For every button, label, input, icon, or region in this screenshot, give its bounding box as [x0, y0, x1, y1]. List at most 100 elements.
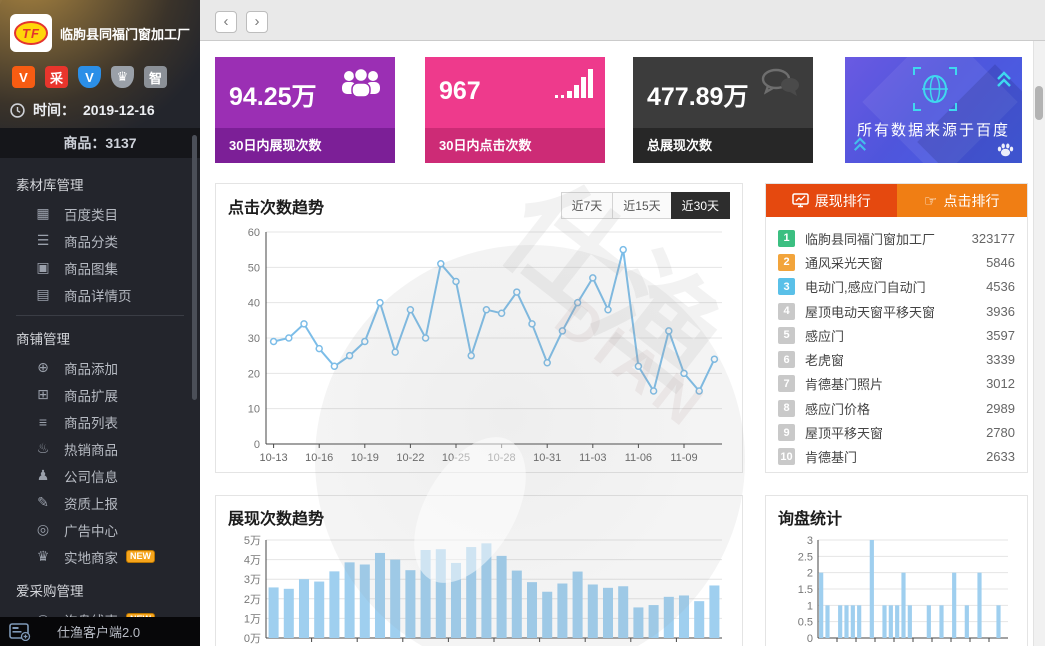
menu-section-title: 素材库管理 — [0, 164, 200, 200]
rank-value: 3936 — [986, 304, 1015, 319]
svg-text:60: 60 — [248, 227, 260, 239]
date-value: 2019-12-16 — [83, 102, 155, 118]
sidebar-header: TF 临朐县同福门窗加工厂 — [0, 0, 200, 56]
rank-badge: 8 — [778, 400, 795, 417]
sidebar-item-label: 商品列表 — [64, 412, 118, 432]
rank-badge: 2 — [778, 254, 795, 271]
range-button-近15天[interactable]: 近15天 — [612, 192, 671, 219]
svg-text:4万: 4万 — [244, 555, 261, 567]
ranking-row: 1临朐县同福门窗加工厂323177 — [778, 226, 1015, 250]
sidebar-item-ad-center[interactable]: ◎广告中心 — [0, 516, 200, 543]
sidebar-item-label: 实地商家 — [64, 547, 118, 567]
main-content: ‹ › 仕渔 DIAN 94.25万 — [200, 0, 1045, 646]
svg-text:40: 40 — [248, 298, 260, 310]
stat-card-clicks-30d: 967 30日内点击次数 — [425, 57, 605, 163]
svg-text:10-31: 10-31 — [533, 452, 561, 464]
top-toolbar: ‹ › — [200, 0, 1045, 41]
sidebar-item-product-list[interactable]: ≡商品列表 — [0, 408, 200, 435]
sidebar-item-product-category[interactable]: ☰商品分类 — [0, 227, 200, 254]
cert-cai-red-icon: 采 — [45, 66, 68, 88]
sidebar-item-product-add[interactable]: ⊕商品添加 — [0, 354, 200, 381]
date-row: 时间： 2019-12-16 — [0, 90, 200, 128]
banner-text: 所有数据来源于百度 — [845, 119, 1022, 140]
svg-text:2万: 2万 — [244, 594, 261, 606]
panel-title: 展现次数趋势 — [228, 505, 324, 529]
rank-keyword: 屋顶电动天窗平移天窗 — [805, 302, 935, 321]
impression-trend-chart: 0万1万2万3万4万5万 — [226, 532, 732, 646]
sidebar-item-hot-products[interactable]: ♨热销商品 — [0, 435, 200, 462]
time-label: 时间： — [33, 100, 75, 120]
rank-keyword: 老虎窗 — [805, 350, 844, 369]
main-scrollbar-track[interactable] — [1033, 41, 1045, 646]
baidu-data-source-banner: 所有数据来源于百度 — [845, 57, 1022, 163]
sidebar-item-qualification-upload[interactable]: ✎ 资质上报 — [0, 489, 200, 516]
ranking-row: 6 老虎窗 3339 — [778, 347, 1015, 371]
stat-value: 967 — [439, 77, 481, 106]
sidebar-item-label: 热销商品 — [64, 439, 118, 459]
sidebar-item-label: 百度类目 — [64, 204, 118, 224]
forward-button[interactable]: › — [246, 11, 268, 33]
sidebar-item-product-detail-page[interactable]: ▤商品详情页 — [0, 281, 200, 308]
rank-badge: 5 — [778, 327, 795, 344]
sidebar-item-label: 公司信息 — [64, 466, 118, 486]
stat-label: 30日内展现次数 — [215, 128, 395, 163]
monitor-chart-icon — [792, 193, 809, 208]
main-scrollbar-thumb[interactable] — [1035, 86, 1043, 120]
users-icon — [339, 67, 383, 106]
panel-title: 点击次数趋势 — [228, 194, 324, 218]
sidebar-item-baidu-category[interactable]: ▦百度类目 — [0, 200, 200, 227]
svg-text:50: 50 — [248, 262, 260, 274]
range-button-近7天[interactable]: 近7天 — [561, 192, 614, 219]
layers-icon: ☰ — [34, 232, 52, 249]
certification-badges: V采V♛智 — [0, 56, 200, 90]
rank-badge: 9 — [778, 424, 795, 441]
click-trend-chart: 010203040506010-1310-1610-1910-2210-2510… — [226, 226, 732, 470]
sidebar-item-product-extend[interactable]: ⊞商品扩展 — [0, 381, 200, 408]
image-icon: ▣ — [34, 259, 52, 276]
tf-logo-icon: TF — [14, 21, 48, 45]
client-bar[interactable]: 仕渔客户端2.0 — [0, 617, 200, 646]
ranking-row: 3电动门,感应门自动门4536 — [778, 275, 1015, 299]
baidu-paw-icon — [997, 143, 1014, 157]
svg-text:30: 30 — [248, 333, 260, 345]
rank-value: 3012 — [986, 376, 1015, 391]
sidebar-item-local-merchant[interactable]: ♛实地商家NEW — [0, 543, 200, 570]
crown-icon: ♛ — [34, 548, 52, 565]
tab-click-ranking[interactable]: ☞ 点击排行 — [897, 184, 1028, 217]
svg-text:10-19: 10-19 — [351, 452, 379, 464]
rank-badge: 6 — [778, 351, 795, 368]
cert-v-shield-blue-icon: V — [78, 66, 101, 88]
rank-badge: 3 — [778, 278, 795, 295]
rank-badge: 4 — [778, 303, 795, 320]
rank-badge: 7 — [778, 375, 795, 392]
range-button-近30天[interactable]: 近30天 — [671, 192, 730, 219]
cert-zhi-gray-icon: 智 — [144, 66, 167, 88]
sidebar-item-label: 商品图集 — [64, 258, 118, 278]
rank-value: 3339 — [986, 352, 1015, 367]
sidebar-scrollbar-thumb[interactable] — [192, 135, 197, 400]
sidebar-item-product-gallery[interactable]: ▣ 商品图集 — [0, 254, 200, 281]
client-label: 仕渔客户端2.0 — [57, 622, 140, 641]
svg-text:11-03: 11-03 — [579, 452, 606, 464]
menu-section-title: 爱采购管理 — [0, 570, 200, 606]
dashboard-screen: TF 临朐县同福门窗加工厂 V采V♛智 时间： 2019-12-16 商品：31… — [0, 0, 1045, 646]
sidebar-item-company-info[interactable]: ♟公司信息 — [0, 462, 200, 489]
sidebar-item-label: 商品扩展 — [64, 385, 118, 405]
tab-impression-ranking[interactable]: 展现排行 — [766, 184, 897, 217]
rank-value: 4536 — [986, 279, 1015, 294]
cert-v-orange-icon: V — [12, 66, 35, 88]
svg-text:0: 0 — [254, 439, 260, 451]
ranking-row: 9屋顶平移天窗2780 — [778, 420, 1015, 444]
sidebar-item-label: 资质上报 — [64, 493, 118, 513]
svg-text:3万: 3万 — [244, 574, 261, 586]
tab-label: 点击排行 — [943, 191, 999, 211]
menu-section-title: 商铺管理 — [0, 318, 200, 354]
doc-edit-icon: ✎ — [34, 494, 52, 511]
sidebar-menu: 素材库管理▦百度类目☰商品分类 ▣ 商品图集 ▤商品详情页商铺管理⊕商品添加⊞商品扩展… — [0, 158, 200, 646]
svg-text:11-09: 11-09 — [670, 452, 697, 464]
svg-text:3: 3 — [807, 535, 813, 547]
rank-badge: 10 — [778, 448, 795, 465]
stat-card-total-impressions: 477.89万 总展现次数 — [633, 57, 813, 163]
back-button[interactable]: ‹ — [215, 11, 237, 33]
rank-value: 323177 — [972, 231, 1015, 246]
